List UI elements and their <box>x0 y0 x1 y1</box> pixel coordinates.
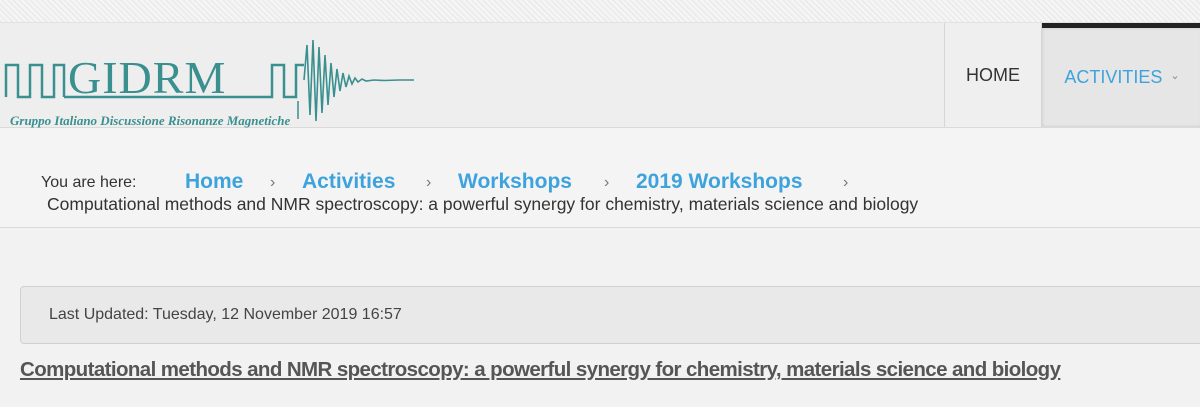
logo-subtitle: Gruppo Italiano Discussione Risonanze Ma… <box>10 113 291 128</box>
nav-home-label: HOME <box>966 64 1020 85</box>
article-title-link[interactable]: Computational methods and NMR spectrosco… <box>20 358 1061 382</box>
breadcrumb: You are here: Home › Activities › Worksh… <box>0 128 1200 228</box>
breadcrumb-separator: › <box>604 174 610 191</box>
nav-home[interactable]: HOME <box>944 23 1042 127</box>
breadcrumb-link-activities[interactable]: Activities <box>302 170 395 194</box>
logo-wordmark: GIDRM <box>68 52 227 103</box>
breadcrumb-current-page: Computational methods and NMR spectrosco… <box>47 194 919 214</box>
top-decorative-strip <box>0 0 1200 22</box>
site-logo[interactable]: GIDRM Gruppo Italiano Discussione Risona… <box>4 35 424 135</box>
breadcrumb-separator: › <box>426 174 432 191</box>
breadcrumb-link-workshops[interactable]: Workshops <box>458 170 572 194</box>
main-nav: HOME ACTIVITIES ⌄ <box>944 23 1200 127</box>
nav-activities-label: ACTIVITIES <box>1064 67 1163 87</box>
breadcrumb-separator: › <box>843 174 849 191</box>
breadcrumb-label: You are here: <box>41 174 137 191</box>
breadcrumb-link-2019-workshops[interactable]: 2019 Workshops <box>636 170 803 194</box>
last-updated-box: Last Updated: Tuesday, 12 November 2019 … <box>20 286 1200 344</box>
last-updated-text: Last Updated: Tuesday, 12 November 2019 … <box>49 306 402 323</box>
chevron-down-icon: ⌄ <box>1170 70 1180 82</box>
breadcrumb-link-home[interactable]: Home <box>185 170 243 194</box>
breadcrumb-separator: › <box>270 174 276 191</box>
nav-activities[interactable]: ACTIVITIES ⌄ <box>1042 23 1200 127</box>
site-header: GIDRM Gruppo Italiano Discussione Risona… <box>0 22 1200 128</box>
